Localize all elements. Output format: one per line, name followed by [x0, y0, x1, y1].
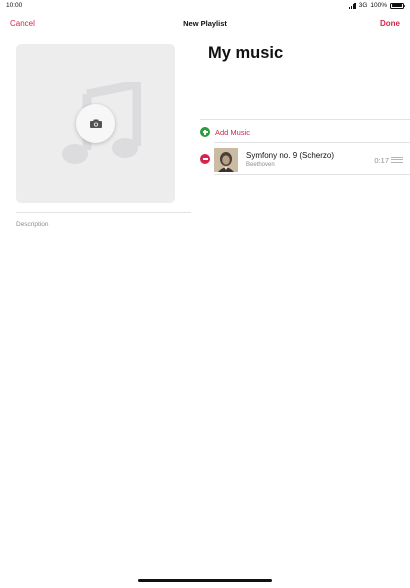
signal-icon [348, 2, 356, 9]
navigation-bar: Cancel New Playlist Done [0, 18, 410, 32]
portrait-image [214, 148, 238, 172]
reorder-handle-icon[interactable] [391, 157, 403, 163]
track-duration: 0:17 [374, 156, 389, 165]
add-music-label: Add Music [215, 127, 251, 137]
add-artwork-button[interactable] [76, 104, 115, 143]
add-icon [200, 127, 210, 137]
description-field[interactable]: Description [16, 221, 49, 228]
battery-percent: 100% [370, 2, 387, 9]
network-type: 3G [358, 2, 368, 9]
track-artist: Beethoven [246, 162, 275, 168]
battery-icon [390, 2, 406, 9]
divider [16, 212, 191, 213]
divider [214, 174, 410, 175]
track-row[interactable]: Symfony no. 9 (Scherzo) Beethoven 0:17 [200, 145, 410, 173]
divider [214, 142, 410, 143]
playlist-title-field[interactable]: My music [208, 44, 283, 63]
add-music-button[interactable]: Add Music [200, 126, 250, 138]
done-button[interactable]: Done [380, 19, 400, 28]
status-time: 10:00 [6, 2, 23, 9]
remove-track-icon[interactable] [200, 154, 210, 164]
track-title: Symfony no. 9 (Scherzo) [246, 151, 335, 160]
divider [200, 119, 410, 120]
page-title: New Playlist [183, 19, 227, 28]
track-artwork [214, 148, 238, 172]
camera-icon [89, 119, 102, 128]
status-indicators: 3G 100% [348, 2, 406, 9]
playlist-artwork[interactable] [16, 44, 175, 203]
status-bar: 10:00 3G 100% [0, 0, 410, 12]
home-indicator[interactable] [138, 579, 272, 582]
